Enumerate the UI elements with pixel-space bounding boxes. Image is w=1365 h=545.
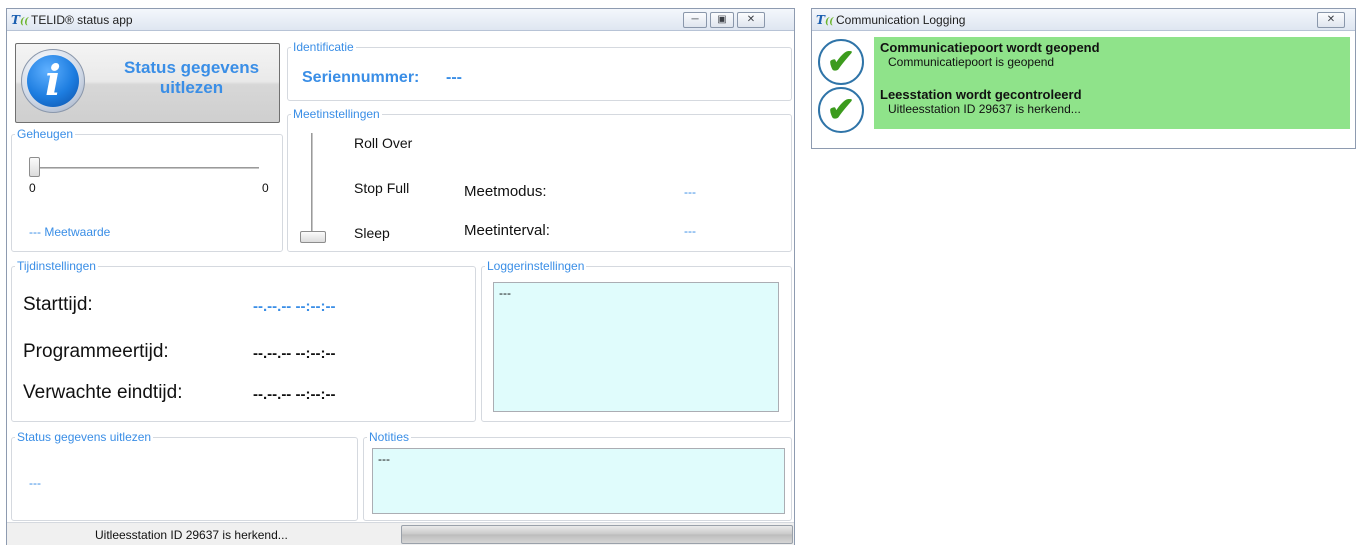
log-close-button[interactable]: ✕ xyxy=(1317,12,1345,28)
serial-label: Seriennummer: xyxy=(302,69,420,86)
telid-logo-icon: T(( xyxy=(816,13,834,27)
mode-stop-full: Stop Full xyxy=(354,180,410,196)
close-icon: ✕ xyxy=(746,14,756,25)
minimize-button[interactable]: ─ xyxy=(683,12,707,28)
starttijd-label: Starttijd: xyxy=(23,294,93,315)
notities-title: Notities xyxy=(367,430,412,444)
meetinstellingen-group: Meetinstellingen Roll Over Stop Full Sle… xyxy=(287,107,792,252)
programmeertijd-value: --.--.-- --:--:-- xyxy=(253,345,336,362)
status-bar: Uitleesstation ID 29637 is herkend... xyxy=(7,522,794,545)
log-entry-detail: Communicatiepoort is geopend xyxy=(888,55,1055,69)
identificatie-title: Identificatie xyxy=(291,40,356,54)
log-entry-title: Leesstation wordt gecontroleerd xyxy=(880,87,1082,102)
log-entry: Communicatiepoort wordt geopend Communic… xyxy=(874,37,1350,83)
memory-slider-thumb[interactable] xyxy=(29,157,40,177)
meetmodus-value: --- xyxy=(684,185,696,199)
checkmark-icon: ✔ xyxy=(826,91,856,129)
slider-min-label: 0 xyxy=(29,181,36,195)
tijdinstellingen-title: Tijdinstellingen xyxy=(15,259,98,273)
close-button[interactable]: ✕ xyxy=(737,12,765,28)
geheugen-title: Geheugen xyxy=(15,127,76,141)
minimize-icon: ─ xyxy=(691,14,699,25)
log-window-title: Communication Logging xyxy=(836,13,966,27)
status-section-group: Status gegevens uitlezen --- xyxy=(11,430,358,521)
log-titlebar[interactable]: T(( Communication Logging ✕ xyxy=(812,9,1355,31)
eindtijd-value: --.--.-- --:--:-- xyxy=(253,386,336,403)
status-read-button[interactable]: i Status gegevens uitlezen xyxy=(15,43,280,123)
log-entry-detail: Uitleesstation ID 29637 is herkend... xyxy=(888,102,1081,116)
checkmark-icon: ✔ xyxy=(826,43,856,81)
mode-roll-over: Roll Over xyxy=(354,135,413,151)
status-button-label: Status gegevens uitlezen xyxy=(123,58,260,97)
eindtijd-label: Verwachte eindtijd: xyxy=(23,382,183,403)
maximize-icon: ▣ xyxy=(717,14,727,25)
logger-textbox[interactable]: --- xyxy=(493,282,779,412)
maximize-button[interactable]: ▣ xyxy=(710,12,734,28)
loggerinstellingen-group: Loggerinstellingen --- xyxy=(481,259,792,422)
meetinterval-label: Meetinterval: xyxy=(464,222,550,239)
meetinstellingen-title: Meetinstellingen xyxy=(291,107,382,121)
main-titlebar[interactable]: T(( TELID® status app ─ ▣ ✕ xyxy=(7,9,794,31)
close-icon: ✕ xyxy=(1326,14,1336,25)
log-entry-title: Communicatiepoort wordt geopend xyxy=(880,40,1100,55)
status-section-title: Status gegevens uitlezen xyxy=(15,430,154,444)
meetwaarde-text: --- Meetwaarde xyxy=(29,225,111,239)
mode-slider-track xyxy=(311,133,313,239)
meetinterval-value: --- xyxy=(684,224,696,238)
log-window: T(( Communication Logging ✕ ✔ Communicat… xyxy=(811,8,1356,149)
identificatie-group: Identificatie Seriennummer: --- xyxy=(287,40,792,101)
progress-bar xyxy=(401,525,793,544)
tijdinstellingen-group: Tijdinstellingen Starttijd: --.--.-- --:… xyxy=(11,259,476,422)
meetmodus-label: Meetmodus: xyxy=(464,183,547,200)
info-icon: i xyxy=(21,49,85,113)
log-entry-list: ✔ Communicatiepoort wordt geopend Commun… xyxy=(816,37,1350,141)
loggerinstellingen-title: Loggerinstellingen xyxy=(485,259,587,273)
starttijd-value: --.--.-- --:--:-- xyxy=(253,298,336,315)
log-entry-icon: ✔ xyxy=(818,39,864,85)
geheugen-group: Geheugen 0 0 --- Meetwaarde xyxy=(11,127,283,252)
log-entry: Leesstation wordt gecontroleerd Uitleess… xyxy=(874,83,1350,129)
memory-slider-track xyxy=(29,167,259,169)
status-bar-text: Uitleesstation ID 29637 is herkend... xyxy=(95,528,288,542)
serial-value: --- xyxy=(446,69,462,86)
log-entry-icon: ✔ xyxy=(818,87,864,133)
slider-max-label: 0 xyxy=(262,181,269,195)
telid-logo-icon: T(( xyxy=(11,13,29,27)
programmeertijd-label: Programmeertijd: xyxy=(23,341,169,362)
window-title: TELID® status app xyxy=(31,13,133,27)
main-window: T(( TELID® status app ─ ▣ ✕ i Status geg… xyxy=(6,8,795,545)
notities-textbox[interactable]: --- xyxy=(372,448,785,514)
mode-sleep: Sleep xyxy=(354,225,390,241)
status-section-value: --- xyxy=(29,476,41,490)
mode-slider-thumb[interactable] xyxy=(300,231,326,243)
notities-group: Notities --- xyxy=(363,430,792,521)
